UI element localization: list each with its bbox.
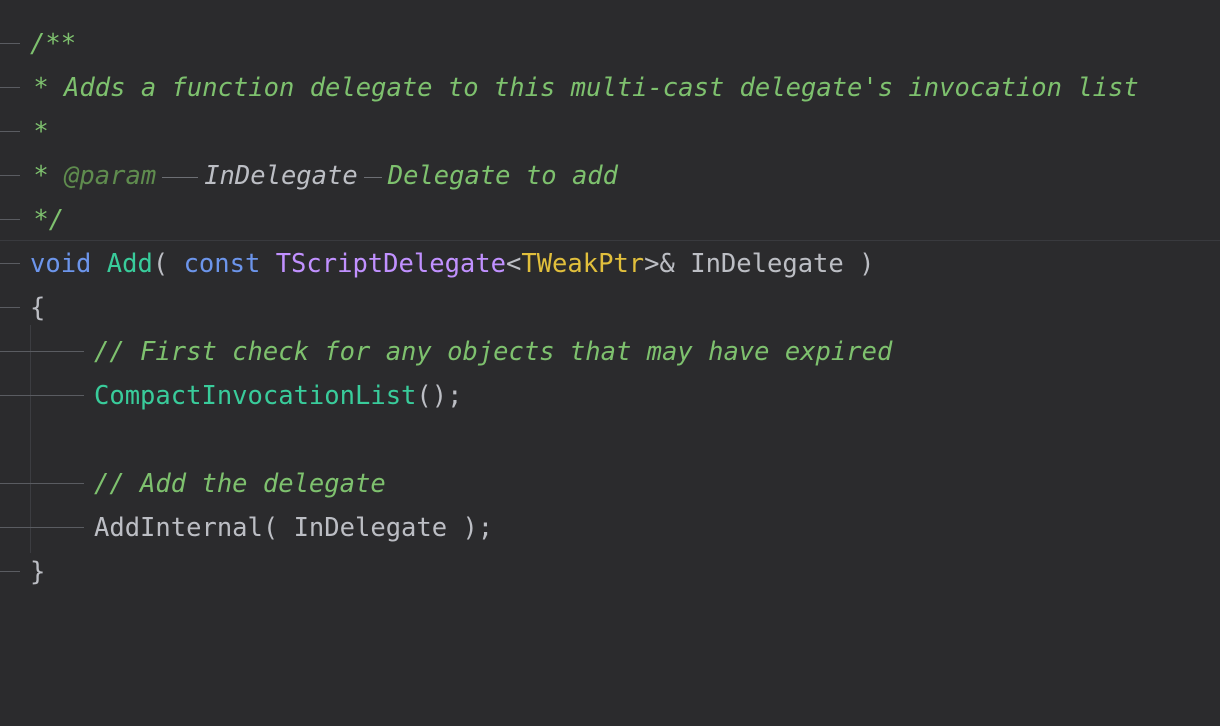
method-call: AddInternal( InDelegate );: [94, 513, 494, 543]
doc-comment-close: */: [18, 205, 65, 235]
template-arg: TWeakPtr: [521, 249, 645, 279]
tab-marker: [0, 351, 84, 352]
tab-marker: [0, 219, 20, 220]
code-line-4[interactable]: * @param InDelegate Delegate to add: [0, 154, 1220, 198]
code-line-3[interactable]: *: [0, 110, 1220, 154]
tab-marker: [0, 87, 20, 88]
method-signature: void Add( const TScriptDelegate<TWeakPtr…: [30, 242, 874, 286]
method-call: CompactInvocationList();: [94, 374, 462, 418]
code-line-7[interactable]: {: [0, 286, 1220, 330]
tab-marker: [0, 571, 20, 572]
tab-marker: [0, 307, 20, 308]
param-list-tail: >& InDelegate ): [644, 249, 875, 279]
line-comment: // Add the delegate: [94, 469, 386, 499]
param-tag: @param: [64, 161, 157, 191]
code-line-1[interactable]: /**: [0, 22, 1220, 66]
code-line-12[interactable]: AddInternal( InDelegate );: [0, 506, 1220, 550]
open-brace: {: [30, 293, 46, 323]
tab-marker: [0, 395, 84, 396]
tab-marker: [162, 176, 199, 178]
call-name: CompactInvocationList: [94, 381, 417, 411]
doc-comment-summary: * Adds a function delegate to this multi…: [18, 73, 1139, 103]
doc-comment-open: /**: [30, 29, 77, 59]
call-args: ();: [416, 381, 463, 411]
line-comment: // First check for any objects that may …: [94, 337, 893, 367]
code-line-2[interactable]: * Adds a function delegate to this multi…: [0, 66, 1220, 110]
code-line-9[interactable]: CompactInvocationList();: [0, 374, 1220, 418]
tab-marker: [0, 527, 84, 528]
doc-star: *: [18, 161, 65, 191]
doc-comment-blank: *: [18, 117, 49, 147]
tab-marker: [0, 483, 84, 484]
open-paren: (: [152, 249, 184, 279]
code-line-13[interactable]: }: [0, 550, 1220, 594]
keyword-void: void: [30, 249, 92, 279]
tab-marker: [0, 131, 20, 132]
keyword-const: const: [183, 249, 261, 279]
param-name: InDelegate: [204, 161, 358, 191]
param-description: Delegate to add: [387, 161, 619, 191]
code-line-6[interactable]: void Add( const TScriptDelegate<TWeakPtr…: [0, 242, 1220, 286]
code-editor[interactable]: /** * Adds a function delegate to this m…: [0, 0, 1220, 624]
code-line-5[interactable]: */: [0, 198, 1220, 242]
close-brace: }: [30, 557, 46, 587]
code-line-11[interactable]: // Add the delegate: [0, 462, 1220, 506]
method-name: Add: [106, 249, 153, 279]
tab-marker: [0, 175, 20, 176]
tab-marker: [363, 176, 382, 178]
template-open: <: [505, 249, 522, 279]
tab-marker: [0, 263, 20, 264]
code-line-8[interactable]: // First check for any objects that may …: [0, 330, 1220, 374]
type-name: TScriptDelegate: [275, 249, 506, 279]
doc-comment-param: * @param InDelegate Delegate to add: [18, 154, 618, 198]
code-line-10[interactable]: [0, 418, 1220, 462]
tab-marker: [0, 43, 20, 44]
